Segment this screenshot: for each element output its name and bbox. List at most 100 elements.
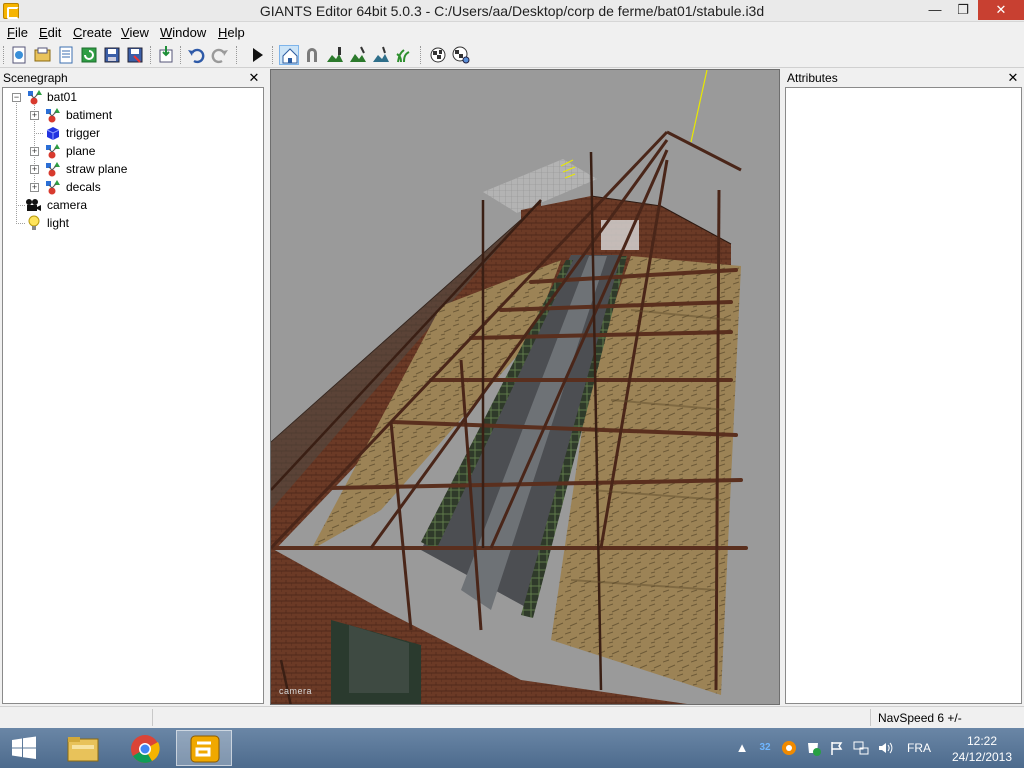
menu-help-label: elp — [227, 25, 245, 40]
expand-expander[interactable]: + — [30, 165, 39, 174]
save-icon[interactable] — [102, 45, 122, 65]
menu-edit-label: dit — [47, 25, 62, 40]
home-select-icon[interactable] — [279, 45, 299, 65]
menu-create-label: reate — [82, 25, 113, 40]
tree-node-plane[interactable]: + plane — [3, 142, 263, 160]
tree-node-label: camera — [47, 198, 88, 212]
network-icon[interactable] — [853, 740, 869, 756]
tree-node-label: plane — [66, 144, 96, 158]
main-toolbar — [0, 42, 1024, 68]
tree-node-label: batiment — [66, 108, 113, 122]
flag-icon[interactable] — [829, 740, 845, 756]
minimize-button[interactable]: — — [922, 0, 948, 20]
camera-label: camera — [279, 686, 313, 696]
tree-node-label: straw plane — [66, 162, 128, 176]
menu-window-mnemonic: W — [160, 25, 173, 40]
volume-icon[interactable] — [877, 740, 893, 756]
checker-settings-icon[interactable] — [451, 45, 471, 65]
transform-group-icon — [45, 107, 61, 123]
menu-edit-mnemonic: E — [39, 25, 48, 40]
menu-create-mnemonic: C — [73, 25, 83, 40]
scenegraph-close-button[interactable]: ✕ — [247, 69, 261, 87]
transform-group-icon — [27, 89, 43, 105]
3d-viewport[interactable]: camera — [270, 69, 780, 705]
attributes-header: Attributes — [784, 69, 1024, 87]
terrain-paint-icon[interactable] — [325, 45, 345, 65]
menu-help[interactable]: Help — [218, 25, 245, 40]
refresh-icon[interactable] — [79, 45, 99, 65]
avast-icon[interactable] — [781, 740, 797, 756]
app-tray-icon[interactable]: 32 — [757, 740, 773, 756]
transform-group-icon — [45, 179, 61, 195]
close-button[interactable]: ✕ — [978, 0, 1024, 20]
scenegraph-header: Scenegraph — [0, 69, 266, 87]
undo-icon[interactable] — [186, 45, 206, 65]
menu-window[interactable]: Window — [160, 25, 206, 40]
transform-group-icon — [45, 143, 61, 159]
menu-help-mnemonic: H — [218, 25, 228, 40]
menu-view-label: iew — [129, 25, 149, 40]
giants-editor-icon[interactable] — [176, 730, 232, 766]
open-file-icon[interactable] — [33, 45, 53, 65]
tree-node-straw-plane[interactable]: + straw plane — [3, 160, 263, 178]
menu-create[interactable]: Create — [73, 25, 112, 40]
attributes-panel — [785, 87, 1022, 704]
toolbar-separator — [420, 46, 424, 64]
expand-expander[interactable]: + — [30, 147, 39, 156]
title-bar: GIANTS Editor 64bit 5.0.3 - C:/Users/aa/… — [0, 0, 1024, 22]
menu-file-label: ile — [14, 25, 28, 40]
tree-node-light[interactable]: light — [3, 214, 263, 232]
import-icon[interactable] — [156, 45, 176, 65]
foliage-paint-icon[interactable] — [394, 45, 414, 65]
maximize-button[interactable]: ❐ — [950, 0, 976, 20]
menu-file[interactable]: File — [7, 25, 28, 40]
tree-node-label: trigger — [66, 126, 101, 140]
menu-bar: File Edit Create View Window Help — [0, 22, 1024, 42]
show-hidden-icons-icon[interactable]: ▲ — [734, 740, 750, 756]
window-title: GIANTS Editor 64bit 5.0.3 - C:/Users/aa/… — [259, 3, 765, 19]
camera-icon — [25, 197, 41, 213]
viewport-scene — [271, 70, 748, 704]
toolbar-separator — [180, 46, 184, 64]
tree-node-bat01[interactable]: − bat01 — [3, 88, 263, 106]
action-center-icon[interactable] — [806, 740, 822, 756]
open-list-icon[interactable] — [56, 45, 76, 65]
input-language-indicator[interactable]: FRA — [907, 741, 931, 755]
terrain-sculpt-icon[interactable] — [348, 45, 368, 65]
save-as-icon[interactable] — [125, 45, 145, 65]
terrain-smooth-icon[interactable] — [371, 45, 391, 65]
navspeed-status: NavSpeed 6 +/- — [878, 711, 962, 725]
toolbar-separator — [272, 46, 276, 64]
chrome-icon[interactable] — [116, 730, 172, 766]
collapse-expander[interactable]: − — [12, 93, 21, 102]
giants-editor-window: GIANTS Editor 64bit 5.0.3 - C:/Users/aa/… — [0, 0, 1024, 768]
tree-node-trigger[interactable]: trigger — [3, 124, 263, 142]
magnet-icon[interactable] — [302, 45, 322, 65]
tree-node-decals[interactable]: + decals — [3, 178, 263, 196]
expand-expander[interactable]: + — [30, 183, 39, 192]
menu-window-label: indow — [172, 25, 207, 40]
tree-node-label: bat01 — [47, 90, 78, 104]
attributes-close-button[interactable]: ✕ — [1006, 69, 1020, 87]
expand-expander[interactable]: + — [30, 111, 39, 120]
tree-node-batiment[interactable]: + batiment — [3, 106, 263, 124]
scenegraph-tree: − bat01 + batiment trigger + plane + str… — [2, 87, 264, 704]
status-divider — [152, 709, 153, 726]
checker-icon[interactable] — [428, 45, 448, 65]
tree-node-camera[interactable]: camera — [3, 196, 263, 214]
clock-time[interactable]: 12:22 — [962, 734, 1002, 748]
clock-date[interactable]: 24/12/2013 — [946, 750, 1018, 764]
shape-cube-icon — [45, 125, 61, 141]
file-explorer-icon[interactable] — [54, 730, 110, 766]
new-file-icon[interactable] — [9, 45, 29, 65]
menu-view[interactable]: View — [121, 25, 149, 40]
toolbar-grip — [3, 46, 7, 64]
windows-taskbar: ▲ 32 FRA 12:22 24/12/2013 — [0, 728, 1024, 768]
light-bulb-icon — [26, 215, 42, 231]
status-divider — [870, 709, 871, 726]
status-bar: NavSpeed 6 +/- — [0, 706, 1024, 728]
windows-start-icon[interactable] — [10, 736, 38, 760]
redo-icon[interactable] — [210, 45, 230, 65]
play-icon[interactable] — [247, 45, 267, 65]
menu-edit[interactable]: Edit — [39, 25, 61, 40]
